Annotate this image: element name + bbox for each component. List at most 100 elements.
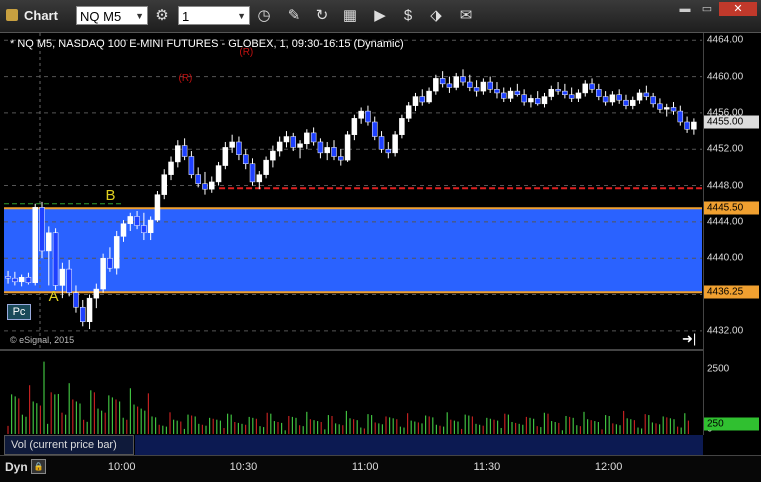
candle-body bbox=[399, 118, 405, 135]
candle-body bbox=[120, 223, 127, 237]
candle-body bbox=[181, 145, 188, 157]
candle-body bbox=[236, 141, 242, 155]
chart-title: * NQ M5, NASDAQ 100 E-MINI FUTURES - GLO… bbox=[10, 38, 404, 50]
candle-body bbox=[317, 141, 324, 154]
candle-body bbox=[256, 174, 263, 183]
close-icon[interactable]: ✕ bbox=[719, 2, 757, 16]
candle-body bbox=[141, 225, 147, 234]
pc-badge[interactable]: Pc bbox=[7, 304, 31, 320]
chart-settings-icon[interactable]: ▦ bbox=[340, 6, 360, 26]
status-bar bbox=[135, 435, 703, 455]
support-zone bbox=[4, 208, 702, 293]
play-icon[interactable]: ▶ bbox=[370, 6, 390, 26]
price-tick-label: 4464.00 bbox=[707, 34, 744, 46]
candle-body bbox=[290, 136, 297, 148]
copyright-label: © eSignal, 2015 bbox=[10, 335, 75, 345]
scroll-to-end-icon[interactable]: ➜| bbox=[682, 331, 696, 347]
price-tick-label: 4452.00 bbox=[707, 143, 744, 155]
lock-icon[interactable]: 🔒 bbox=[31, 459, 46, 474]
gear-icon[interactable]: ⚙ bbox=[152, 6, 172, 26]
candle-body bbox=[568, 94, 575, 99]
candle-body bbox=[18, 277, 25, 283]
candle-body bbox=[670, 107, 677, 112]
chart-marker-label: A bbox=[49, 288, 59, 305]
maximize-icon[interactable]: ▭ bbox=[697, 2, 717, 16]
candle-body bbox=[514, 90, 521, 95]
time-tick-label: 10:30 bbox=[229, 461, 258, 473]
price-axis[interactable] bbox=[703, 33, 761, 435]
interval-value: 1 bbox=[182, 9, 190, 24]
price-chart-svg: AB(R)(R) bbox=[4, 33, 702, 349]
candle-body bbox=[460, 76, 466, 83]
candle-body bbox=[215, 165, 222, 183]
candle-body bbox=[175, 145, 181, 163]
candle-body bbox=[412, 96, 419, 106]
candle-body bbox=[555, 89, 561, 92]
window-titlebar: Chart NQ M5 ▼ ⚙ 1 ▼ ◷ ✎ ↻ ▦ ▶ $ ⬗ ✉ ▬ ▭ … bbox=[0, 0, 761, 33]
clock-icon[interactable]: ◷ bbox=[254, 6, 274, 26]
candle-body bbox=[242, 154, 249, 165]
candle-body bbox=[487, 81, 493, 90]
price-tick-label: 4432.00 bbox=[707, 325, 744, 337]
candle-body bbox=[385, 148, 392, 154]
candle-body bbox=[507, 90, 514, 99]
chevron-down-icon: ▼ bbox=[135, 11, 144, 21]
candle-body bbox=[480, 81, 487, 92]
price-tick-label: 4444.00 bbox=[707, 216, 744, 228]
interval-select[interactable]: 1 ▼ bbox=[178, 6, 250, 25]
candle-body bbox=[691, 121, 697, 130]
candle-body bbox=[59, 268, 66, 286]
candle-body bbox=[501, 92, 507, 99]
candle-body bbox=[270, 150, 276, 161]
link-icon[interactable]: ⬗ bbox=[426, 6, 446, 26]
candle-body bbox=[575, 92, 582, 99]
candle-body bbox=[209, 181, 215, 190]
current-volume-tag: 250 bbox=[704, 417, 759, 431]
candle-body bbox=[616, 94, 622, 101]
candle-body bbox=[66, 268, 72, 293]
level-price-tag: 4445.50 bbox=[704, 201, 759, 215]
time-tick-label: 11:30 bbox=[473, 461, 501, 473]
candle-body bbox=[650, 96, 656, 105]
dollar-icon[interactable]: $ bbox=[398, 6, 418, 26]
symbol-value: NQ M5 bbox=[80, 9, 122, 24]
volume-panel[interactable] bbox=[4, 351, 702, 434]
candle-body bbox=[113, 236, 120, 269]
candle-body bbox=[405, 105, 412, 119]
candle-body bbox=[263, 159, 269, 175]
candle-body bbox=[100, 257, 106, 290]
candle-body bbox=[229, 141, 235, 148]
level-price-tag: 4436.25 bbox=[704, 285, 759, 299]
candle-body bbox=[249, 163, 256, 183]
price-tick-label: 4448.00 bbox=[707, 180, 744, 192]
comment-icon[interactable]: ✉ bbox=[456, 6, 476, 26]
candle-body bbox=[636, 92, 643, 101]
candle-body bbox=[52, 232, 59, 286]
candle-body bbox=[93, 288, 100, 299]
candle-body bbox=[548, 89, 555, 97]
minimize-icon[interactable]: ▬ bbox=[675, 2, 695, 16]
candle-body bbox=[609, 94, 616, 103]
candle-body bbox=[310, 132, 317, 143]
candle-body bbox=[684, 121, 690, 130]
candle-body bbox=[32, 207, 38, 283]
dyn-label[interactable]: Dyn bbox=[5, 460, 28, 474]
volume-study-label[interactable]: Vol (current price bar) bbox=[4, 435, 134, 455]
candle-body bbox=[439, 78, 446, 85]
candle-body bbox=[677, 110, 684, 123]
app-title: Chart bbox=[24, 8, 58, 23]
candle-body bbox=[602, 96, 609, 103]
candle-body bbox=[643, 92, 650, 97]
refresh-icon[interactable]: ↻ bbox=[312, 6, 332, 26]
candle-body bbox=[331, 147, 337, 157]
candle-body bbox=[494, 89, 500, 94]
candle-body bbox=[86, 297, 93, 323]
symbol-input[interactable]: NQ M5 ▼ bbox=[76, 6, 148, 25]
candle-body bbox=[446, 83, 453, 88]
candle-body bbox=[582, 83, 588, 94]
candle-body bbox=[304, 132, 310, 145]
pencil-icon[interactable]: ✎ bbox=[284, 6, 304, 26]
price-chart-panel[interactable]: A B (R) (R) bbox=[4, 33, 702, 349]
candle-body bbox=[5, 276, 11, 279]
time-tick-label: 10:00 bbox=[107, 461, 136, 473]
